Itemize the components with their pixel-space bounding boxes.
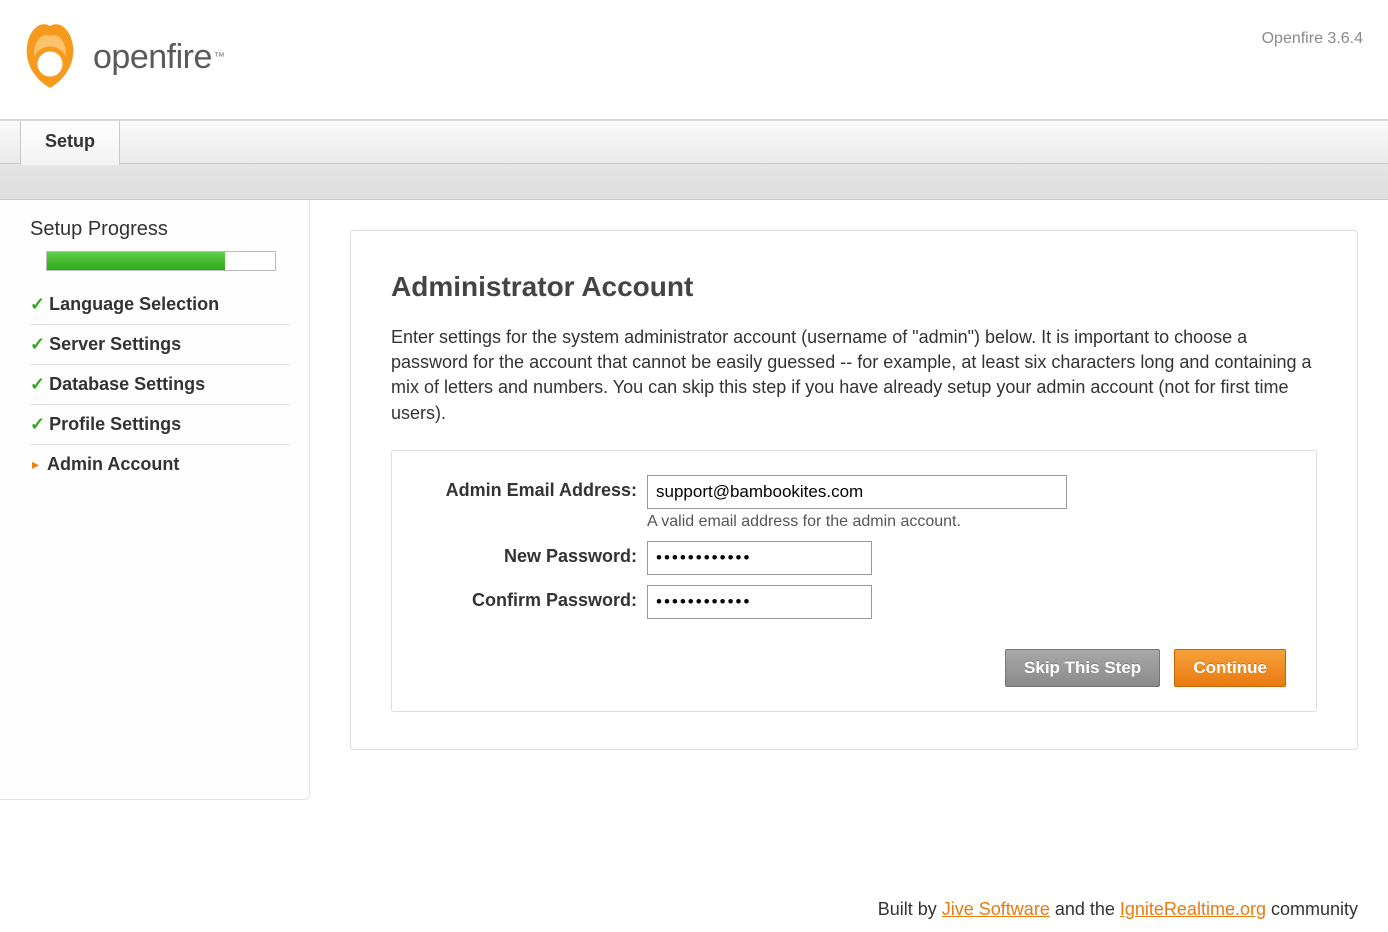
form-panel: Administrator Account Enter settings for… xyxy=(350,230,1358,750)
step-database-settings[interactable]: ✓ Database Settings xyxy=(30,365,291,405)
progress-bar xyxy=(46,251,276,271)
step-language-selection[interactable]: ✓ Language Selection xyxy=(30,285,291,325)
confirm-password-input[interactable] xyxy=(647,585,872,619)
label-confirm-password: Confirm Password: xyxy=(422,585,647,611)
email-hint: A valid email address for the admin acco… xyxy=(647,513,1067,531)
check-icon: ✓ xyxy=(30,334,45,355)
step-server-settings[interactable]: ✓ Server Settings xyxy=(30,325,291,365)
sidebar-title: Setup Progress xyxy=(30,218,291,241)
app-name: openfire xyxy=(93,38,212,77)
flame-icon xyxy=(15,18,85,96)
step-admin-account[interactable]: ▸ Admin Account xyxy=(30,445,291,484)
row-confirm-password: Confirm Password: xyxy=(422,585,1286,619)
link-jive-software[interactable]: Jive Software xyxy=(942,899,1050,919)
label-admin-email: Admin Email Address: xyxy=(422,475,647,501)
logo: openfire ™ xyxy=(15,18,225,96)
footer: Built by Jive Software and the IgniteRea… xyxy=(878,899,1358,920)
check-icon: ✓ xyxy=(30,414,45,435)
label-new-password: New Password: xyxy=(422,541,647,567)
step-list: ✓ Language Selection ✓ Server Settings ✓… xyxy=(30,285,291,484)
row-new-password: New Password: xyxy=(422,541,1286,575)
main-panel: Administrator Account Enter settings for… xyxy=(310,200,1388,800)
page-title: Administrator Account xyxy=(391,271,1317,303)
caret-right-icon: ▸ xyxy=(32,456,39,473)
progress-fill xyxy=(47,252,225,270)
skip-button[interactable]: Skip This Step xyxy=(1005,649,1160,687)
admin-email-input[interactable] xyxy=(647,475,1067,509)
button-row: Skip This Step Continue xyxy=(422,649,1286,687)
continue-button[interactable]: Continue xyxy=(1174,649,1286,687)
trademark-icon: ™ xyxy=(214,51,225,63)
sub-bar xyxy=(0,164,1388,200)
check-icon: ✓ xyxy=(30,374,45,395)
row-admin-email: Admin Email Address: A valid email addre… xyxy=(422,475,1286,531)
new-password-input[interactable] xyxy=(647,541,872,575)
check-icon: ✓ xyxy=(30,294,45,315)
tab-setup[interactable]: Setup xyxy=(20,121,120,165)
tab-bar: Setup xyxy=(0,120,1388,164)
sidebar: Setup Progress ✓ Language Selection ✓ Se… xyxy=(0,200,310,800)
link-igniterealtime[interactable]: IgniteRealtime.org xyxy=(1120,899,1266,919)
form-box: Admin Email Address: A valid email addre… xyxy=(391,450,1317,712)
header: openfire ™ Openfire 3.6.4 xyxy=(0,0,1388,120)
page-description: Enter settings for the system administra… xyxy=(391,325,1317,426)
step-profile-settings[interactable]: ✓ Profile Settings xyxy=(30,405,291,445)
content: Setup Progress ✓ Language Selection ✓ Se… xyxy=(0,200,1388,800)
version-label: Openfire 3.6.4 xyxy=(1262,30,1363,48)
